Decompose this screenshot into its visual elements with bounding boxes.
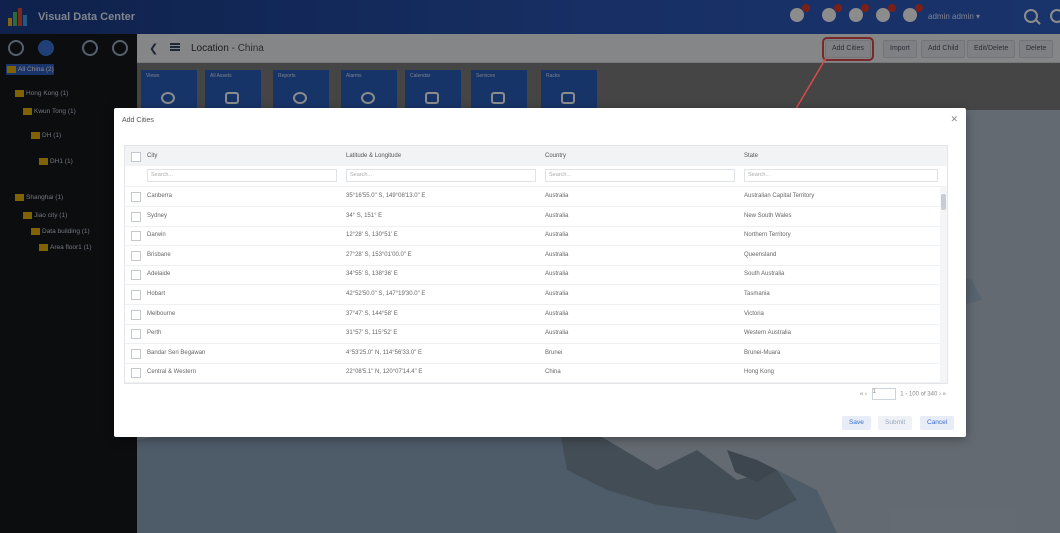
table-header: City Latitude & Longitude Country State [125,146,947,167]
row-checkbox[interactable] [129,186,141,206]
table-cell: Australia [545,251,569,258]
table-cell: Northern Territory [744,232,791,239]
save-button[interactable]: Save [842,416,871,430]
table-row[interactable]: Central & Western 22°08'5.1" N, 120°07'14… [125,362,947,383]
first-page-button[interactable]: « [860,392,863,398]
row-checkbox[interactable] [129,264,141,284]
table-cell: 27°28' S, 153°01'00.0" E [346,251,412,258]
dialog-title: Add Cities [122,117,154,124]
table-cell: Australia [545,330,569,337]
table-cell: Australia [545,232,569,239]
table-cell: Hong Kong [744,369,775,376]
pagination: « ‹ 1 1 - 100 of 340 › » [860,388,946,400]
table-cell: Brunei-Muara [744,349,781,356]
table-row[interactable]: Darwin 12°28' S, 130°51' E Australia Northe… [125,225,947,247]
table-cell: Hobart [147,291,166,297]
table-cell: Australia [545,271,569,278]
cities-table: City Latitude & Longitude Country State … [124,145,948,384]
table-cell: Sydney [147,212,168,219]
table-cell: Adelaide [147,271,171,278]
cancel-button[interactable]: Cancel [920,416,955,430]
submit-button[interactable]: Submit [878,416,913,430]
row-checkbox[interactable] [129,206,141,226]
table-cell: Canberra [147,193,173,199]
table-cell: Australia [545,212,569,219]
table-cell: 42°52'50.0" S, 147°19'30.0" E [346,291,426,297]
table-cell: Tasmania [744,291,770,297]
table-cell: New South Wales [744,212,792,219]
column-header-state[interactable]: State [744,146,940,166]
table-cell: Bandar Seri Begawan [147,349,206,356]
next-page-button[interactable]: › [939,392,941,398]
table-cell: 35°16'55.0" S, 149°08'13.0" E [346,193,426,199]
row-checkbox[interactable] [129,343,141,363]
table-cell: 34°55' S, 138°36' E [346,271,398,278]
table-row[interactable]: Melbourne 37°47' S, 144°58' E Australia Vic… [125,304,947,325]
table-row[interactable]: Hobart 42°52'50.0" S, 147°19'30.0" E Austr… [125,284,947,305]
filter-row: Search... Search... Search... Search... [125,166,947,187]
page-number: 1 [872,389,876,395]
row-checkbox[interactable] [129,284,141,304]
last-page-button[interactable]: » [943,392,946,398]
state-filter-input[interactable]: Search... [744,169,938,182]
table-cell: 34° S, 151° E [346,212,383,219]
table-cell: 22°08'5.1" N, 120°07'14.4" E [346,369,423,376]
row-checkbox[interactable] [129,323,141,343]
city-filter-input[interactable]: Search... [147,169,337,182]
table-cell: China [545,369,561,376]
table-cell: 12°28' S, 130°51' E [346,232,398,239]
table-cell: Brisbane [147,251,171,258]
table-row[interactable]: Adelaide 34°55' S, 138°36' E Australia Sout… [125,264,947,286]
table-cell: 37°47' S, 144°58' E [346,310,398,317]
table-cell: Australia [545,193,569,199]
table-row[interactable]: Perth 31°57' S, 115°52' E Australia Western… [125,323,947,345]
row-checkbox[interactable] [129,245,141,265]
country-filter-input[interactable]: Search... [545,169,735,182]
add-cities-dialog: Add Cities ✕ City Latitude & Longitude C… [114,108,966,437]
row-checkbox[interactable] [129,362,141,382]
table-cell: Queensland [744,251,777,258]
table-row[interactable]: Bandar Seri Begawan 4°53'25.0" N, 114°56'… [125,343,947,364]
close-icon[interactable]: ✕ [950,114,958,125]
table-row[interactable]: Brisbane 27°28' S, 153°01'00.0" E Australi… [125,245,947,266]
scrollbar-thumb[interactable] [941,194,946,210]
prev-page-button[interactable]: ‹ [865,392,867,398]
table-cell: Victoria [744,310,764,317]
table-cell: Australian Capital Territory [744,193,815,199]
column-header-latlong[interactable]: Latitude & Longitude [346,146,542,166]
table-row[interactable]: Canberra 35°16'55.0" S, 149°08'13.0" E Aus… [125,186,947,207]
row-checkbox[interactable] [129,304,141,324]
column-header-country[interactable]: Country [545,146,741,166]
table-cell: Australia [545,291,569,297]
page-input[interactable]: 1 [871,388,896,400]
table-cell: Perth [147,330,162,337]
table-cell: Brunei [545,349,563,356]
column-header-city[interactable]: City [147,146,343,166]
table-cell: Central & Western [147,369,196,376]
table-scrollbar[interactable] [940,186,947,383]
table-cell: Melbourne [147,310,176,317]
table-cell: 31°57' S, 115°52' E [346,330,398,337]
table-row[interactable]: Sydney 34° S, 151° E Australia New South Wa… [125,206,947,227]
table-cell: Darwin [147,232,166,239]
table-cell: 4°53'25.0" N, 114°56'33.0" E [346,349,422,356]
row-checkbox[interactable] [129,225,141,245]
table-cell: Australia [545,310,569,317]
latlong-filter-input[interactable]: Search... [346,169,536,182]
select-all-checkbox[interactable] [129,146,141,166]
table-cell: Western Australia [744,330,791,337]
table-cell: South Australia [744,271,785,278]
page-range: 1 - 100 of 340 [900,391,938,398]
